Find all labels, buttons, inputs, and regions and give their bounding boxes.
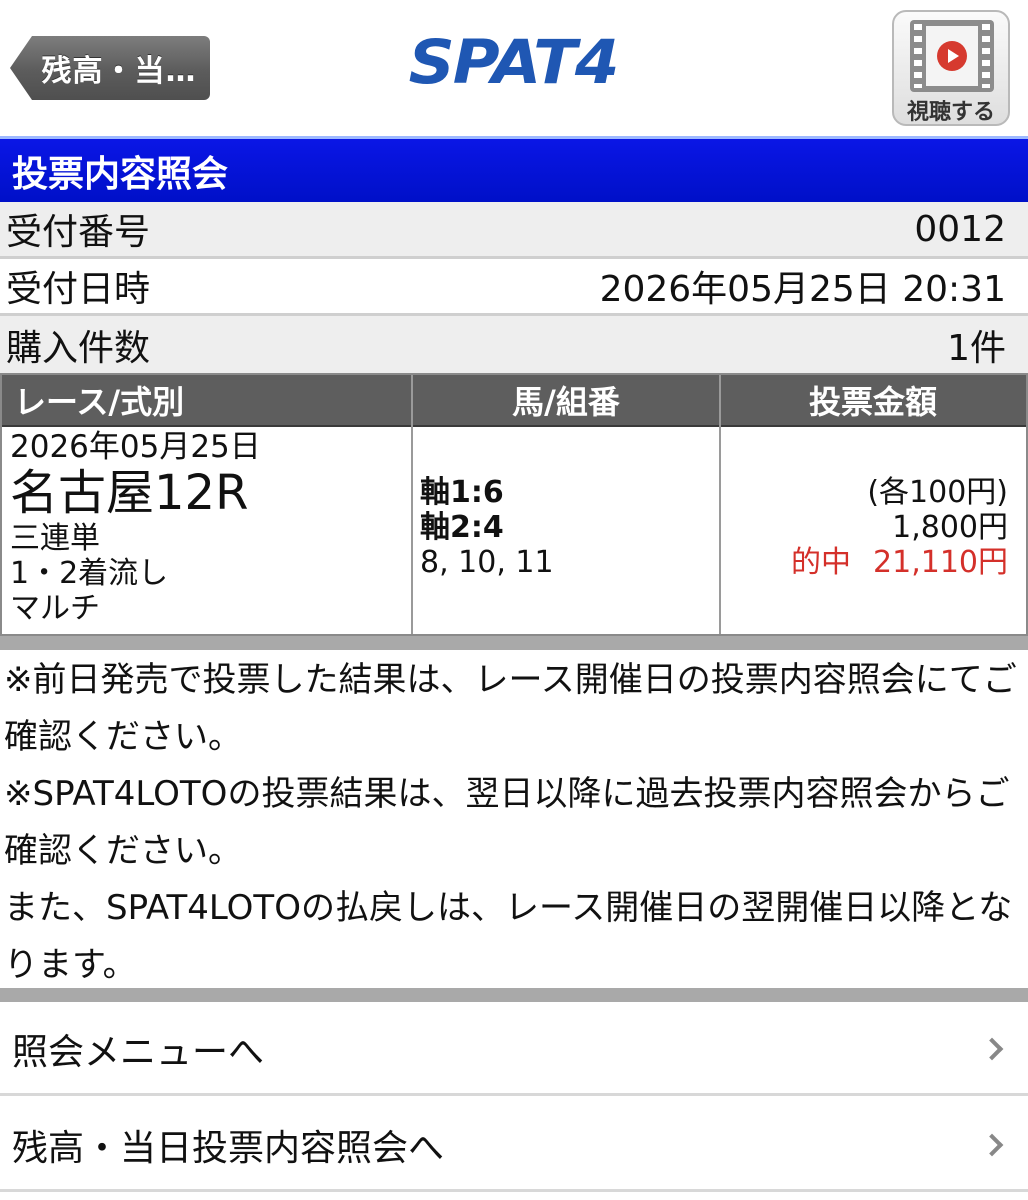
combo-horses: 8, 10, 11 bbox=[420, 545, 554, 580]
chevron-right-icon bbox=[980, 1037, 1004, 1060]
race-date: 2026年05月25日 bbox=[10, 429, 261, 465]
page-title: 投票内容照会 bbox=[0, 136, 1028, 202]
menu-balance-label: 残高・当日投票内容照会へ bbox=[12, 1127, 445, 1169]
notes: ※前日発売で投票した結果は、レース開催日の投票内容照会にてご確認ください。 ※S… bbox=[4, 652, 1024, 994]
note-1: ※前日発売で投票した結果は、レース開催日の投票内容照会にてご確認ください。 bbox=[4, 660, 1017, 757]
header-bet-amount: 投票金額 bbox=[720, 375, 1026, 427]
purchase-count-row: 購入件数 1件 bbox=[0, 316, 1028, 373]
race-cell: 2026年05月25日 名古屋12R 三連単 1・2着流し マルチ bbox=[10, 429, 410, 626]
receipt-datetime-label: 受付日時 bbox=[6, 269, 151, 310]
back-button[interactable]: 残高・当… bbox=[10, 36, 210, 100]
header-horse-combo: 馬/組番 bbox=[412, 375, 720, 427]
receipt-datetime-value: 2026年05月25日 20:31 bbox=[599, 269, 1006, 310]
bet-multi: マルチ bbox=[10, 591, 100, 626]
header-race-type: レース/式別 bbox=[2, 375, 412, 427]
amount-cell: (各100円) 1,800円 的中 21,110円 bbox=[724, 475, 1008, 580]
receipt-number-row: 受付番号 0012 bbox=[0, 202, 1028, 259]
hit-payout: 的中 21,110円 bbox=[724, 545, 1008, 580]
hit-amount: 21,110円 bbox=[873, 545, 1008, 580]
header-bar: 残高・当… SPAT4 視聴する bbox=[0, 0, 1028, 136]
bet-table: レース/式別 馬/組番 投票金額 2026年05月25日 名古屋12R 三連単 … bbox=[0, 373, 1028, 636]
chevron-right-icon bbox=[980, 1133, 1004, 1156]
menu-inquiry-link[interactable]: 照会メニューへ bbox=[0, 1004, 1028, 1096]
purchase-count-label: 購入件数 bbox=[6, 327, 151, 369]
axis2: 軸2:4 bbox=[420, 510, 504, 545]
race-track: 名古屋12R bbox=[10, 465, 249, 521]
watch-label: 視聴する bbox=[906, 100, 995, 125]
receipt-number-value: 0012 bbox=[914, 208, 1006, 250]
note-3: また、SPAT4LOTOの払戻しは、レース開催日の翌開催日以降となります。 bbox=[4, 888, 1013, 985]
unit-amount: (各100円) bbox=[867, 475, 1008, 510]
divider bbox=[0, 636, 1028, 650]
film-play-icon bbox=[910, 20, 994, 92]
note-2: ※SPAT4LOTOの投票結果は、翌日以降に過去投票内容照会からご確認ください。 bbox=[4, 774, 1010, 871]
spat4-logo: SPAT4 bbox=[408, 27, 620, 99]
axis1: 軸1:6 bbox=[420, 475, 504, 510]
hit-label: 的中 bbox=[791, 545, 852, 580]
divider bbox=[0, 988, 1028, 1002]
purchase-count-value: 1件 bbox=[947, 327, 1006, 369]
combo-cell: 軸1:6 軸2:4 8, 10, 11 bbox=[420, 475, 710, 580]
total-amount: 1,800円 bbox=[892, 510, 1008, 545]
watch-video-button[interactable]: 視聴する bbox=[892, 10, 1010, 126]
play-icon bbox=[937, 41, 967, 71]
menu-balance-link[interactable]: 残高・当日投票内容照会へ bbox=[0, 1100, 1028, 1192]
bet-method: 1・2着流し bbox=[10, 556, 169, 591]
menu-inquiry-label: 照会メニューへ bbox=[12, 1031, 265, 1073]
receipt-number-label: 受付番号 bbox=[6, 212, 151, 253]
bet-type: 三連単 bbox=[10, 521, 100, 556]
receipt-datetime-row: 受付日時 2026年05月25日 20:31 bbox=[0, 259, 1028, 316]
